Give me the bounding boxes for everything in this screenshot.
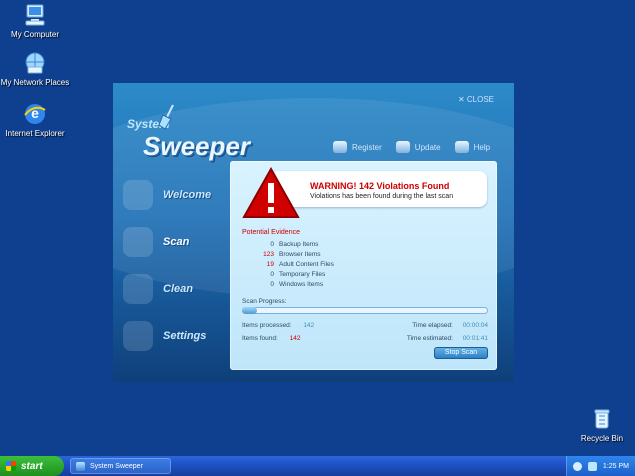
system-sweeper-taskbar-icon <box>76 461 85 471</box>
evidence-row: 123 Browser Items <box>242 251 462 261</box>
items-found-label: Items found: <box>242 335 278 342</box>
scan-panel: WARNING! 142 Violations Found Violations… <box>230 161 497 370</box>
tray-icon[interactable] <box>572 461 582 471</box>
left-nav: Welcome Scan Clean Settings <box>123 171 233 359</box>
evidence-row: 0 Windows Items <box>242 281 462 291</box>
items-found: Items found: 142 <box>242 335 300 342</box>
help-label: Help <box>473 142 491 152</box>
evidence-name: Backup Items <box>279 241 319 248</box>
evidence-row: 0 Temporary Files <box>242 271 462 281</box>
evidence-name: Windows Items <box>279 281 324 288</box>
taskbar: start System Sweeper 1:25 PM <box>0 456 635 476</box>
clock: 1:25 PM <box>602 462 629 470</box>
close-label: CLOSE <box>466 95 494 104</box>
warning-title: WARNING! 142 Violations Found <box>310 181 450 191</box>
desktop-icon-label: Recycle Bin <box>580 434 624 443</box>
nav-scan-label: Scan <box>163 235 190 248</box>
update-icon <box>395 141 410 153</box>
items-processed: Items processed: 142 <box>242 322 314 329</box>
desktop-icon-internet-explorer[interactable]: e Internet Explorer <box>0 101 70 138</box>
evidence-name: Adult Content Files <box>279 261 334 268</box>
house-icon <box>123 179 153 210</box>
evidence-row: 0 Backup Items <box>242 241 462 251</box>
register-icon <box>333 141 347 153</box>
nav-welcome[interactable]: Welcome <box>123 171 233 218</box>
help-link[interactable]: Help <box>454 141 491 153</box>
top-links: Register Update Help <box>333 141 490 153</box>
recycle-bin-icon <box>589 406 615 432</box>
evidence-name: Browser Items <box>279 251 321 258</box>
time-elapsed-label: Time elapsed: <box>412 322 453 329</box>
help-icon <box>454 141 469 153</box>
items-processed-label: Items processed: <box>242 322 292 329</box>
scan-progress-label: Scan Progress: <box>242 298 287 305</box>
warning-triangle-icon <box>242 167 300 218</box>
time-estimated-label: Time estimated: <box>406 335 453 342</box>
desktop-icon-label: My Network Places <box>0 78 70 87</box>
register-link[interactable]: Register <box>333 141 382 153</box>
taskbar-app-label: System Sweeper <box>90 462 143 470</box>
nav-scan[interactable]: Scan <box>123 218 233 265</box>
taskbar-system-sweeper[interactable]: System Sweeper <box>70 458 171 474</box>
evidence-count: 0 <box>270 281 274 288</box>
scan-progress-bar <box>242 307 488 314</box>
nav-clean-label: Clean <box>163 282 193 295</box>
tray-icon[interactable] <box>587 461 597 471</box>
internet-explorer-icon: e <box>22 101 48 127</box>
windows-flag-icon <box>6 461 16 471</box>
warning-banner: WARNING! 142 Violations Found Violations… <box>270 171 487 207</box>
desktop-icon-label: My Computer <box>10 30 59 39</box>
my-computer-icon <box>22 2 48 28</box>
scan-progress-fill <box>242 307 257 314</box>
potential-evidence-title: Potential Evidence <box>242 229 300 236</box>
system-sweeper-window: ✕ CLOSE System Sweeper Register Update H… <box>113 83 514 382</box>
stop-scan-button[interactable]: Stop Scan <box>434 347 488 359</box>
desktop-icon-my-network-places[interactable]: My Network Places <box>0 50 70 87</box>
evidence-count: 123 <box>263 251 274 258</box>
desktop-icon-label: Internet Explorer <box>5 129 65 138</box>
warning-subtitle: Violations has been found during the las… <box>310 193 454 200</box>
time-elapsed-value: 00:00:04 <box>462 322 488 329</box>
nav-welcome-label: Welcome <box>163 188 212 201</box>
desktop-icon-my-computer[interactable]: My Computer <box>0 2 70 39</box>
items-processed-value: 142 <box>303 322 315 329</box>
register-label: Register <box>352 142 382 152</box>
broom-nav-icon <box>123 273 153 304</box>
evidence-name: Temporary Files <box>279 271 326 278</box>
time-estimated: Time estimated: 00:01:41 <box>380 335 488 342</box>
desktop-icon-recycle-bin[interactable]: Recycle Bin <box>571 406 633 443</box>
nav-settings-label: Settings <box>163 329 207 342</box>
evidence-row: 19 Adult Content Files <box>242 261 462 271</box>
magnifier-icon <box>123 226 153 257</box>
time-elapsed: Time elapsed: 00:00:04 <box>380 322 488 329</box>
logo-sweeper-text: Sweeper <box>143 131 250 161</box>
start-label: start <box>21 460 43 472</box>
close-icon: ✕ <box>457 95 465 104</box>
network-places-icon <box>22 50 48 76</box>
app-logo: System Sweeper <box>125 103 250 163</box>
tools-icon <box>123 320 153 351</box>
evidence-count: 0 <box>270 271 274 278</box>
update-link[interactable]: Update <box>395 141 441 153</box>
evidence-count: 19 <box>266 261 274 268</box>
nav-clean[interactable]: Clean <box>123 265 233 312</box>
broom-icon <box>158 104 174 130</box>
time-estimated-value: 00:01:41 <box>462 335 488 342</box>
update-label: Update <box>414 142 441 152</box>
close-button[interactable]: ✕ CLOSE <box>458 95 494 104</box>
system-tray: 1:25 PM <box>566 456 635 476</box>
start-button[interactable]: start <box>0 456 64 476</box>
nav-settings[interactable]: Settings <box>123 312 233 359</box>
evidence-count: 0 <box>270 241 274 248</box>
items-found-value: 142 <box>289 335 301 342</box>
